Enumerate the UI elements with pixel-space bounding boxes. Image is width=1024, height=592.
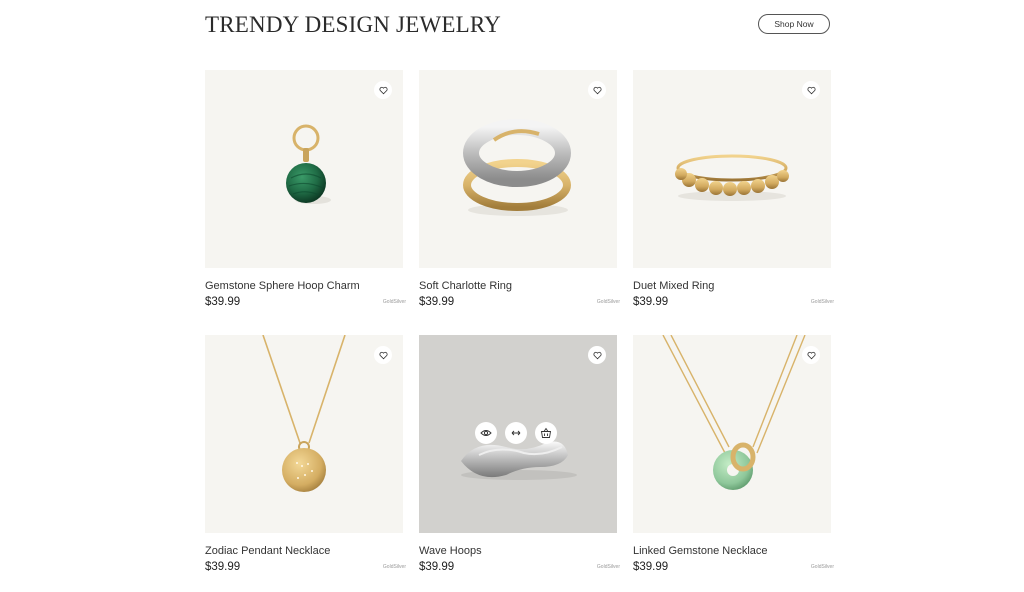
product-image[interactable] xyxy=(205,70,403,268)
compare-arrows-icon xyxy=(511,430,521,436)
product-card[interactable]: Soft Charlotte Ring $39.99 GoldSilver xyxy=(419,70,620,317)
wishlist-button[interactable] xyxy=(802,81,820,99)
heart-icon xyxy=(806,351,816,359)
product-price: $39.99 xyxy=(419,561,455,573)
product-card[interactable]: Linked Gemstone Necklace $39.99 GoldSilv… xyxy=(633,335,834,582)
product-price: $39.99 xyxy=(633,296,669,308)
page-header: TRENDY DESIGN JEWELRY Shop Now xyxy=(205,0,830,52)
product-options: GoldSilver xyxy=(382,299,406,305)
product-name[interactable]: Wave Hoops xyxy=(419,545,482,557)
product-card[interactable]: Duet Mixed Ring $39.99 GoldSilver xyxy=(633,70,834,317)
basket-icon xyxy=(540,427,552,438)
zodiac-pendant-image xyxy=(262,335,346,492)
wishlist-button[interactable] xyxy=(802,346,820,364)
eye-icon xyxy=(480,430,492,436)
product-name[interactable]: Soft Charlotte Ring xyxy=(419,280,512,292)
product-card[interactable]: Zodiac Pendant Necklace $39.99 GoldSilve… xyxy=(205,335,406,582)
heart-icon xyxy=(378,86,388,94)
hoop-charm-image xyxy=(286,124,331,204)
heart-icon xyxy=(378,351,388,359)
product-image[interactable] xyxy=(633,335,831,533)
product-image[interactable] xyxy=(205,335,403,533)
heart-icon xyxy=(592,351,602,359)
product-image[interactable] xyxy=(419,335,617,533)
product-price: $39.99 xyxy=(419,296,455,308)
duet-ring-image xyxy=(675,154,789,201)
quick-actions xyxy=(475,422,557,444)
product-options: GoldSilver xyxy=(596,299,620,305)
product-name[interactable]: Duet Mixed Ring xyxy=(633,280,714,292)
page-title: TRENDY DESIGN JEWELRY xyxy=(205,12,501,37)
wishlist-button[interactable] xyxy=(374,346,392,364)
product-image[interactable] xyxy=(633,70,831,268)
product-image[interactable] xyxy=(419,70,617,268)
product-price: $39.99 xyxy=(633,561,669,573)
product-options: GoldSilver xyxy=(596,564,620,570)
shop-now-button[interactable]: Shop Now xyxy=(758,14,830,34)
product-options: GoldSilver xyxy=(810,299,834,305)
heart-icon xyxy=(806,86,816,94)
wishlist-button[interactable] xyxy=(374,81,392,99)
wishlist-button[interactable] xyxy=(588,346,606,364)
product-price: $39.99 xyxy=(205,296,241,308)
charlotte-ring-image xyxy=(463,119,571,216)
heart-icon xyxy=(592,86,602,94)
linked-gemstone-necklace-image xyxy=(662,335,806,490)
wishlist-button[interactable] xyxy=(588,81,606,99)
product-options: GoldSilver xyxy=(382,564,406,570)
compare-button[interactable] xyxy=(505,422,527,444)
product-options: GoldSilver xyxy=(810,564,834,570)
product-card[interactable]: Wave Hoops $39.99 GoldSilver xyxy=(419,335,620,582)
quick-view-button[interactable] xyxy=(475,422,497,444)
product-grid: Gemstone Sphere Hoop Charm $39.99 GoldSi… xyxy=(205,70,834,582)
product-name[interactable]: Zodiac Pendant Necklace xyxy=(205,545,330,557)
product-name[interactable]: Gemstone Sphere Hoop Charm xyxy=(205,280,360,292)
product-price: $39.99 xyxy=(205,561,241,573)
product-name[interactable]: Linked Gemstone Necklace xyxy=(633,545,768,557)
product-card[interactable]: Gemstone Sphere Hoop Charm $39.99 GoldSi… xyxy=(205,70,406,317)
add-to-cart-button[interactable] xyxy=(535,422,557,444)
